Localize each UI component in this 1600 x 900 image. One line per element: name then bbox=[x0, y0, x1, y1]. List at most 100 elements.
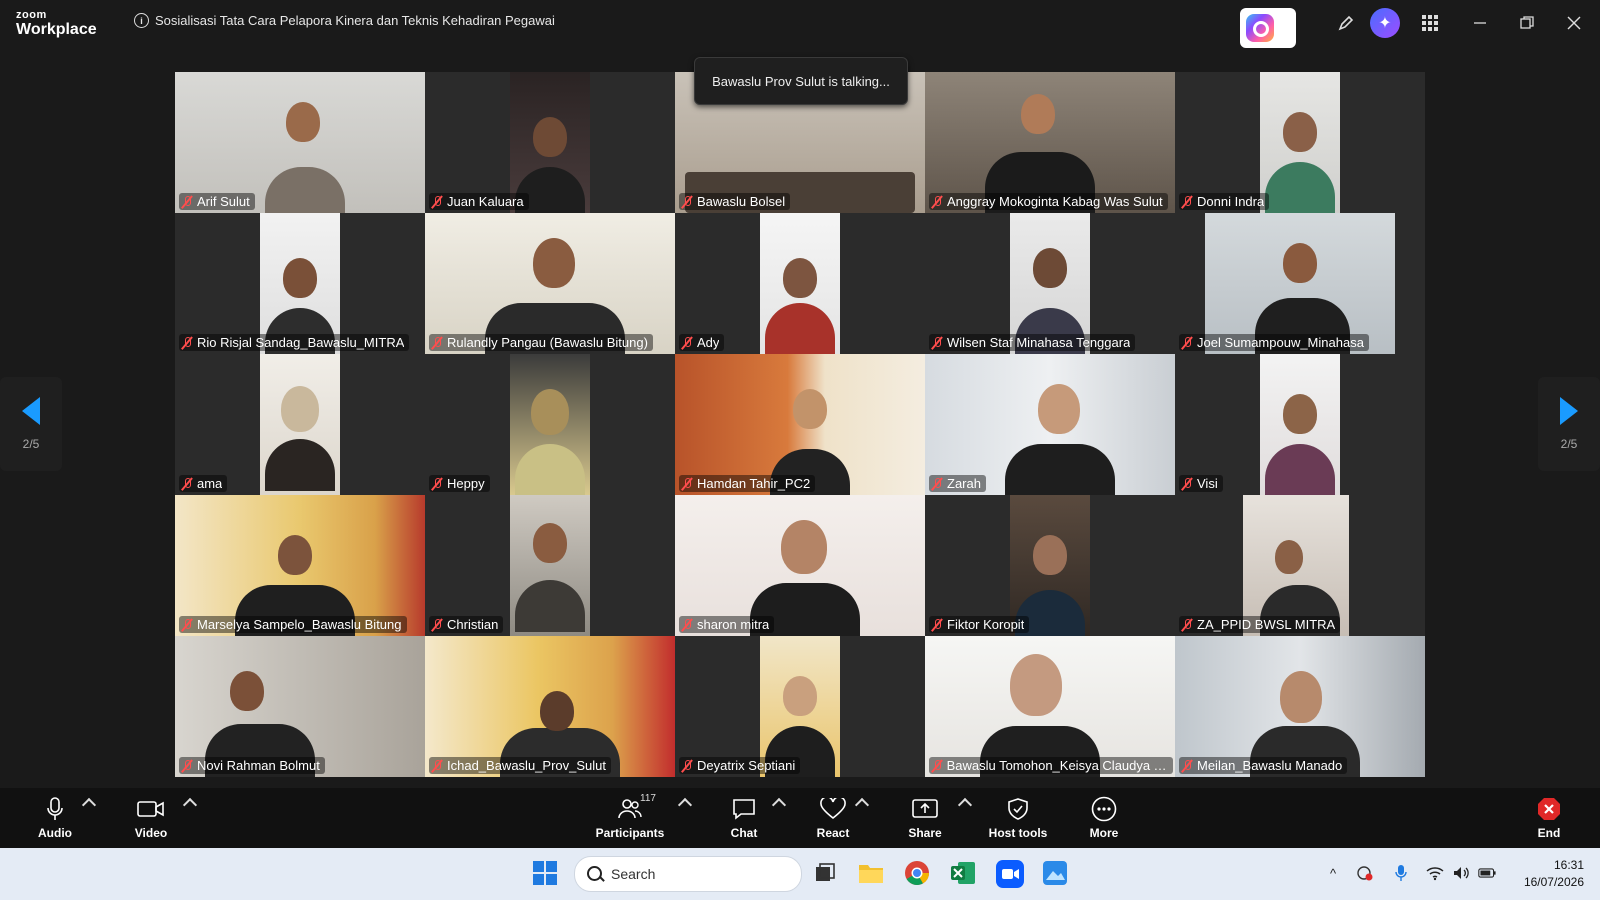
photos-app-icon[interactable] bbox=[1042, 860, 1070, 888]
participant-name: Wilsen Staf Minahasa Tenggara bbox=[947, 335, 1131, 350]
end-meeting-button[interactable]: End bbox=[1529, 788, 1569, 848]
prev-page-button[interactable]: 2/5 bbox=[0, 377, 62, 471]
audio-options-chevron-icon[interactable] bbox=[81, 797, 97, 813]
video-camera-icon bbox=[137, 797, 165, 821]
video-button[interactable]: Video bbox=[130, 788, 172, 848]
mic-muted-icon bbox=[432, 477, 442, 491]
share-options-chevron-icon[interactable] bbox=[957, 797, 973, 813]
next-page-button[interactable]: 2/5 bbox=[1538, 377, 1600, 471]
participant-name-bar: Hamdan Tahir_PC2 bbox=[679, 475, 816, 492]
host-tools-button[interactable]: Host tools bbox=[985, 788, 1051, 848]
system-clock[interactable]: 16:31 16/07/2026 bbox=[1524, 857, 1584, 891]
participant-name-bar: sharon mitra bbox=[679, 616, 775, 633]
participant-tile[interactable]: Bawaslu Tomohon_Keisya Claudya Ta... bbox=[925, 636, 1175, 777]
participant-tile[interactable]: Meilan_Bawaslu Manado bbox=[1175, 636, 1425, 777]
react-options-chevron-icon[interactable] bbox=[854, 797, 870, 813]
participant-name: ZA_PPID BWSL MITRA bbox=[1197, 617, 1336, 632]
participant-name-bar: Novi Rahman Bolmut bbox=[179, 757, 325, 774]
wifi-icon[interactable] bbox=[1426, 864, 1444, 882]
mic-muted-icon bbox=[932, 195, 942, 209]
audio-button[interactable]: Audio bbox=[34, 788, 76, 848]
participant-tile[interactable]: Donni Indra bbox=[1175, 72, 1425, 213]
participant-name-bar: Bawaslu Bolsel bbox=[679, 193, 791, 210]
participant-tile[interactable]: Zarah bbox=[925, 354, 1175, 495]
participant-tile[interactable]: ama bbox=[175, 354, 425, 495]
participant-name-bar: Fiktor Koropit bbox=[929, 616, 1030, 633]
participant-tile[interactable]: Fiktor Koropit bbox=[925, 495, 1175, 636]
participant-name: Marselya Sampelo_Bawaslu Bitung bbox=[197, 617, 402, 632]
participant-tile[interactable]: Christian bbox=[425, 495, 675, 636]
apps-grid-icon[interactable] bbox=[1418, 12, 1442, 34]
info-icon[interactable]: i bbox=[134, 13, 149, 28]
mic-muted-icon bbox=[432, 759, 442, 773]
windows-start-icon[interactable] bbox=[532, 860, 560, 888]
participant-tile[interactable]: Deyatrix Septiani bbox=[675, 636, 925, 777]
participants-button[interactable]: 117 Participants bbox=[594, 788, 666, 848]
participant-name: sharon mitra bbox=[697, 617, 770, 632]
chrome-icon[interactable] bbox=[904, 860, 932, 888]
more-button[interactable]: More bbox=[1084, 788, 1124, 848]
react-button[interactable]: React bbox=[812, 788, 854, 848]
participant-name-bar: Bawaslu Tomohon_Keisya Claudya Ta... bbox=[929, 757, 1173, 774]
participant-tile[interactable]: Juan Kaluara bbox=[425, 72, 675, 213]
participant-tile[interactable]: sharon mitra bbox=[675, 495, 925, 636]
head-shape bbox=[783, 258, 817, 298]
participant-tile[interactable]: Wilsen Staf Minahasa Tenggara bbox=[925, 213, 1175, 354]
participant-tile[interactable]: Rio Risjal Sandag_Bawaslu_MITRA bbox=[175, 213, 425, 354]
network-status-icon[interactable] bbox=[1356, 864, 1374, 882]
participant-tile[interactable]: Rulandly Pangau (Bawaslu Bitung) bbox=[425, 213, 675, 354]
participant-tile[interactable]: Marselya Sampelo_Bawaslu Bitung bbox=[175, 495, 425, 636]
participant-name-bar: Arif Sulut bbox=[179, 193, 255, 210]
participant-name: Rio Risjal Sandag_Bawaslu_MITRA bbox=[197, 335, 405, 350]
participant-name: Ady bbox=[697, 335, 720, 350]
participant-tile[interactable]: Joel Sumampouw_Minahasa bbox=[1175, 213, 1425, 354]
chat-options-chevron-icon[interactable] bbox=[771, 797, 787, 813]
participant-name: Anggray Mokoginta Kabag Was Sulut bbox=[947, 194, 1163, 209]
pen-icon[interactable] bbox=[1334, 12, 1358, 34]
chat-button[interactable]: Chat bbox=[726, 788, 762, 848]
meeting-info[interactable]: i Sosialisasi Tata Cara Pelapora Kinera … bbox=[134, 13, 555, 28]
participant-tile[interactable]: Heppy bbox=[425, 354, 675, 495]
participant-tile[interactable]: Anggray Mokoginta Kabag Was Sulut bbox=[925, 72, 1175, 213]
participant-name: Novi Rahman Bolmut bbox=[197, 758, 320, 773]
ai-companion-icon[interactable]: ✦ bbox=[1370, 8, 1400, 38]
mic-muted-icon bbox=[432, 195, 442, 209]
clock-date: 16/07/2026 bbox=[1523, 875, 1584, 889]
restore-icon[interactable] bbox=[1515, 12, 1539, 34]
video-options-chevron-icon[interactable] bbox=[182, 797, 198, 813]
video-gallery: Arif Sulut Juan Kaluara Bawaslu Bolsel A… bbox=[175, 72, 1425, 777]
task-view-icon[interactable] bbox=[812, 860, 840, 888]
logo-brand-top: zoom bbox=[16, 9, 47, 21]
participants-label: Participants bbox=[595, 825, 665, 840]
head-shape bbox=[281, 386, 319, 432]
mic-muted-icon bbox=[182, 618, 192, 632]
minimize-icon[interactable] bbox=[1468, 12, 1492, 34]
battery-icon[interactable] bbox=[1478, 864, 1496, 882]
participant-tile[interactable]: Ady bbox=[675, 213, 925, 354]
participant-tile[interactable]: Novi Rahman Bolmut bbox=[175, 636, 425, 777]
app-thumbnail[interactable] bbox=[1240, 8, 1296, 48]
participant-name: Joel Sumampouw_Minahasa bbox=[1197, 335, 1364, 350]
participant-tile[interactable]: Arif Sulut bbox=[175, 72, 425, 213]
head-shape bbox=[230, 671, 264, 711]
head-shape bbox=[1038, 384, 1080, 434]
participant-name: Arif Sulut bbox=[197, 194, 250, 209]
participant-name: Visi bbox=[1197, 476, 1218, 491]
participant-tile[interactable]: ZA_PPID BWSL MITRA bbox=[1175, 495, 1425, 636]
mic-muted-icon bbox=[182, 477, 192, 491]
show-hidden-icons-chevron-icon[interactable]: ^ bbox=[1324, 864, 1342, 882]
zoom-app-icon[interactable] bbox=[996, 860, 1024, 888]
participant-tile[interactable]: Ichad_Bawaslu_Prov_Sulut bbox=[425, 636, 675, 777]
participants-options-chevron-icon[interactable] bbox=[677, 797, 693, 813]
file-explorer-icon[interactable] bbox=[857, 860, 885, 888]
participant-tile[interactable]: Visi bbox=[1175, 354, 1425, 495]
head-shape bbox=[1283, 394, 1317, 434]
participant-tile[interactable]: Hamdan Tahir_PC2 bbox=[675, 354, 925, 495]
taskbar-search[interactable]: Search bbox=[574, 856, 802, 892]
excel-icon[interactable] bbox=[950, 860, 978, 888]
head-shape bbox=[533, 238, 575, 288]
share-button[interactable]: Share bbox=[904, 788, 946, 848]
volume-icon[interactable] bbox=[1452, 864, 1470, 882]
close-icon[interactable] bbox=[1562, 12, 1586, 34]
microphone-tray-icon[interactable] bbox=[1392, 864, 1410, 882]
